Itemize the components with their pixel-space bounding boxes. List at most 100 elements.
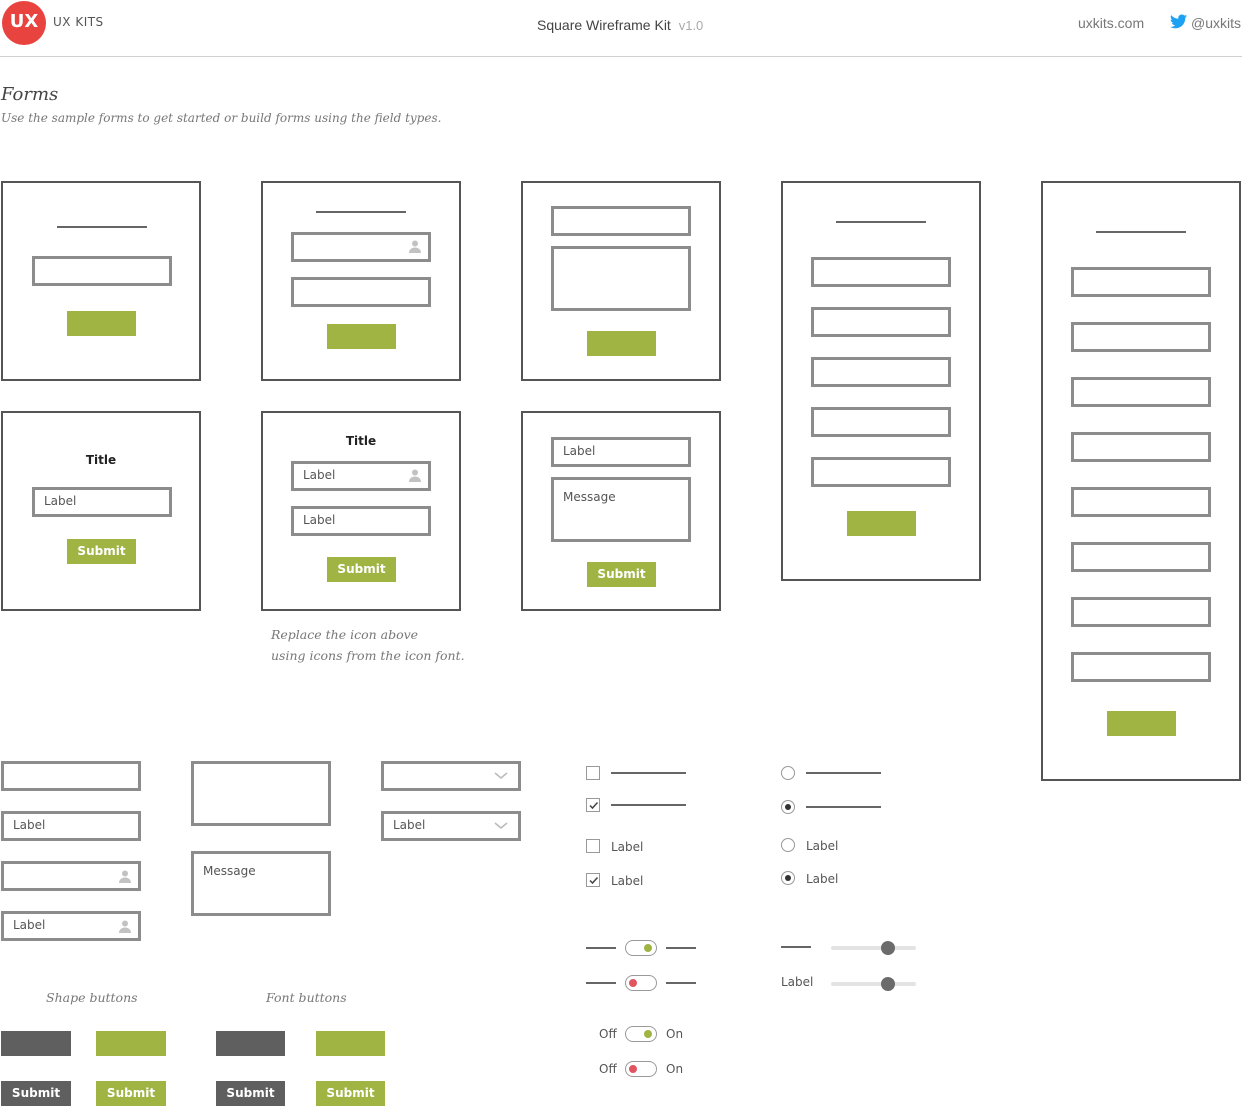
- checkbox-unchecked-labeled[interactable]: [586, 839, 600, 853]
- logo-mark: UX: [9, 11, 39, 32]
- submit-button-blank[interactable]: [587, 331, 656, 356]
- input-field[interactable]: [32, 256, 172, 286]
- message-placeholder: Message: [563, 490, 616, 504]
- label-input[interactable]: Label: [551, 437, 691, 467]
- submit-button-green[interactable]: Submit: [96, 1081, 166, 1106]
- field-label: Label: [13, 818, 46, 832]
- user-input-empty[interactable]: [1, 861, 141, 891]
- submit-button-dark[interactable]: Submit: [1, 1081, 71, 1106]
- label-placeholder-bar: [806, 772, 881, 774]
- submit-label: Submit: [106, 1086, 156, 1100]
- checkbox-checked-labeled[interactable]: [586, 873, 600, 887]
- title-placeholder-bar: [836, 221, 926, 223]
- form-frame-eight-fields: [1041, 181, 1241, 781]
- input-field[interactable]: [1071, 322, 1211, 352]
- input-field[interactable]: [811, 257, 951, 287]
- submit-button[interactable]: Submit: [67, 539, 136, 564]
- radio-selected-labeled[interactable]: [781, 871, 795, 885]
- input-field[interactable]: [291, 277, 431, 307]
- radio-unselected[interactable]: [781, 766, 795, 780]
- section-title: Forms: [1, 84, 59, 105]
- submit-button-blank[interactable]: [67, 311, 136, 336]
- user-icon: [119, 920, 131, 933]
- field-label: Label: [303, 468, 336, 482]
- label-input[interactable]: Label: [291, 506, 431, 536]
- form-frame-user-login: [261, 181, 461, 381]
- shape-buttons-caption: Shape buttons: [46, 990, 138, 1005]
- label-placeholder-bar: [666, 982, 696, 984]
- font-button-green[interactable]: [316, 1031, 385, 1056]
- user-icon: [409, 240, 421, 253]
- select-dropdown-labeled[interactable]: Label: [381, 811, 521, 841]
- input-field[interactable]: [1071, 542, 1211, 572]
- font-button-dark[interactable]: [216, 1031, 285, 1056]
- input-field[interactable]: [551, 206, 691, 236]
- field-label: Label: [563, 444, 596, 458]
- field-label: Label: [303, 513, 336, 527]
- title-placeholder-bar: [57, 226, 147, 228]
- slider-track[interactable]: [831, 982, 916, 986]
- toggle-on-label: On: [666, 1062, 684, 1076]
- input-field[interactable]: [1071, 267, 1211, 297]
- twitter-bird-icon[interactable]: [1170, 14, 1187, 29]
- shape-button-green[interactable]: [96, 1031, 166, 1056]
- input-field[interactable]: [1071, 432, 1211, 462]
- textarea-empty[interactable]: [191, 761, 331, 826]
- input-field[interactable]: [1071, 597, 1211, 627]
- form-frame-titled: Title Label Submit: [1, 411, 201, 611]
- username-input[interactable]: [291, 232, 431, 262]
- toggle-switch-on[interactable]: [625, 940, 657, 956]
- chevron-down-icon: [494, 772, 508, 780]
- input-field[interactable]: [811, 457, 951, 487]
- form-frame-message: [521, 181, 721, 381]
- text-input-empty[interactable]: [1, 761, 141, 791]
- icon-replace-note: Replace the icon above using icons from …: [271, 624, 465, 666]
- radio-unselected-labeled[interactable]: [781, 838, 795, 852]
- checkbox-unchecked[interactable]: [586, 766, 600, 780]
- message-textarea[interactable]: [551, 246, 691, 311]
- twitter-handle[interactable]: @uxkits: [1191, 15, 1241, 31]
- slider-thumb[interactable]: [881, 977, 895, 991]
- label-placeholder-bar: [806, 806, 881, 808]
- submit-button-blank[interactable]: [1107, 711, 1176, 736]
- toggle-knob: [629, 1064, 637, 1073]
- checkbox-checked[interactable]: [586, 798, 600, 812]
- slider-track[interactable]: [831, 946, 916, 950]
- form-frame-titled-user: Title Label Label Submit: [261, 411, 461, 611]
- input-field[interactable]: [1071, 652, 1211, 682]
- toggle-switch-off-labeled[interactable]: [625, 1061, 657, 1077]
- checkbox-label: Label: [611, 840, 644, 854]
- ux-logo-icon[interactable]: UX: [2, 1, 46, 45]
- site-link[interactable]: uxkits.com: [1078, 15, 1144, 31]
- submit-button[interactable]: Submit: [587, 562, 656, 587]
- submit-button-blank[interactable]: [327, 324, 396, 349]
- slider-thumb[interactable]: [881, 941, 895, 955]
- user-input-labeled[interactable]: Label: [1, 911, 141, 941]
- form-frame-login-simple: [1, 181, 201, 381]
- select-dropdown-empty[interactable]: [381, 761, 521, 791]
- brand-name[interactable]: UX KITS: [53, 15, 104, 29]
- input-field[interactable]: [811, 357, 951, 387]
- radio-selected[interactable]: [781, 800, 795, 814]
- kit-title: Square Wireframe Kit: [537, 17, 671, 33]
- submit-font-button-dark[interactable]: Submit: [216, 1081, 285, 1106]
- input-field[interactable]: [1071, 487, 1211, 517]
- submit-label: Submit: [597, 567, 646, 581]
- submit-button[interactable]: Submit: [327, 557, 396, 582]
- toggle-on-label: On: [666, 1027, 684, 1041]
- input-field[interactable]: [1071, 377, 1211, 407]
- submit-font-button-green[interactable]: Submit: [316, 1081, 385, 1106]
- textarea-message[interactable]: Message: [191, 851, 331, 916]
- username-input[interactable]: Label: [291, 461, 431, 491]
- label-input[interactable]: Label: [32, 487, 172, 517]
- toggle-switch-off[interactable]: [625, 975, 657, 991]
- text-input-labeled[interactable]: Label: [1, 811, 141, 841]
- submit-button-blank[interactable]: [847, 511, 916, 536]
- message-textarea[interactable]: Message: [551, 477, 691, 542]
- shape-button-dark[interactable]: [1, 1031, 71, 1056]
- input-field[interactable]: [811, 407, 951, 437]
- toggle-switch-on-labeled[interactable]: [625, 1026, 657, 1042]
- input-field[interactable]: [811, 307, 951, 337]
- form-frame-five-fields: [781, 181, 981, 581]
- note-line-1: Replace the icon above: [271, 627, 419, 642]
